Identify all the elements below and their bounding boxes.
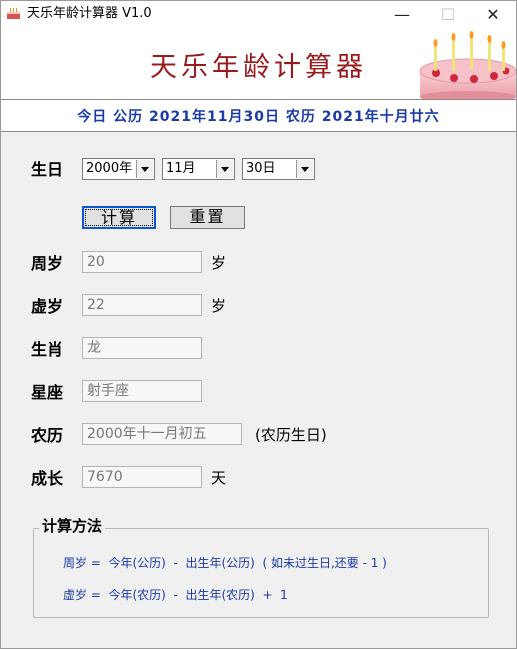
- zodiac-label: 生肖: [31, 340, 64, 359]
- zhousui-label: 周岁: [31, 254, 64, 273]
- zhousui-field[interactable]: 20: [82, 251, 202, 273]
- lunar-birthday-field[interactable]: 2000年十一月初五: [82, 423, 242, 445]
- method-groupbox: [33, 528, 489, 618]
- lunar-birthday-note: (农历生日): [255, 426, 327, 444]
- birth-day-value: 30日: [246, 161, 276, 176]
- chevron-down-icon[interactable]: [216, 160, 233, 178]
- birth-year-value: 2000年: [86, 161, 133, 176]
- window-title: 天乐年龄计算器 V1.0: [27, 6, 152, 21]
- minimize-button[interactable]: —: [379, 1, 425, 27]
- xusui-formula: 虚岁 = 今年(农历) - 出生年(农历) + 1: [63, 588, 288, 602]
- maximize-button[interactable]: ☐: [425, 1, 471, 27]
- title-bar: 天乐年龄计算器 V1.0 — ☐ ✕: [1, 1, 516, 27]
- banner: 天乐年龄计算器: [1, 27, 516, 99]
- method-title: 计算方法: [39, 516, 106, 536]
- date-divider: [1, 131, 516, 132]
- birth-month-select[interactable]: 11月: [162, 158, 235, 180]
- birthday-cake-image: [414, 27, 516, 99]
- cake-app-icon: [7, 8, 20, 19]
- birth-month-value: 11月: [166, 161, 196, 176]
- birth-day-select[interactable]: 30日: [242, 158, 315, 180]
- zhousui-formula: 周岁 = 今年(公历) - 出生年(公历) ( 如未过生日,还要 - 1 ): [63, 556, 387, 570]
- today-date-bar: 今日 公历 2021年11月30日 农历 2021年十月廿六: [1, 100, 516, 131]
- constellation-field[interactable]: 射手座: [82, 380, 202, 402]
- xusui-label: 虚岁: [31, 297, 64, 316]
- chevron-down-icon[interactable]: [136, 160, 153, 178]
- reset-button[interactable]: 重置: [170, 206, 245, 229]
- today-date-text: 今日 公历 2021年11月30日 农历 2021年十月廿六: [77, 109, 440, 125]
- lunar-birthday-label: 农历: [31, 426, 64, 445]
- birthday-label: 生日: [31, 160, 64, 179]
- close-button[interactable]: ✕: [470, 1, 516, 27]
- chevron-down-icon[interactable]: [296, 160, 313, 178]
- constellation-label: 星座: [31, 383, 64, 402]
- birth-year-select[interactable]: 2000年: [82, 158, 155, 180]
- calculate-button[interactable]: 计算: [82, 206, 156, 229]
- app-window: 天乐年龄计算器 V1.0 — ☐ ✕ 天乐年龄计算器 今日 公历 2021年11…: [0, 0, 517, 649]
- zhousui-unit: 岁: [211, 254, 227, 272]
- zodiac-field[interactable]: 龙: [82, 337, 202, 359]
- growth-unit: 天: [211, 469, 227, 487]
- xusui-field[interactable]: 22: [82, 294, 202, 316]
- growth-label: 成长: [31, 469, 64, 488]
- growth-days-field[interactable]: 7670: [82, 466, 202, 488]
- xusui-unit: 岁: [211, 297, 227, 315]
